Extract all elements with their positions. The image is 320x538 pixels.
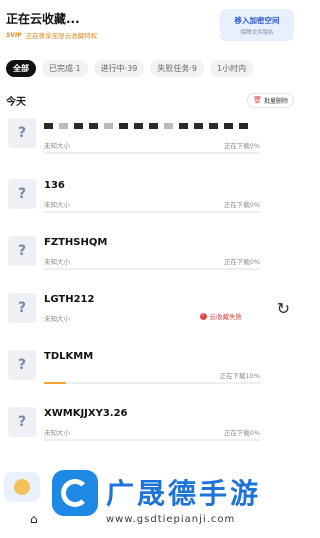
question-file-icon: ? — [8, 293, 36, 323]
floating-assistant-button[interactable] — [4, 472, 40, 502]
question-file-icon: ? — [8, 179, 36, 209]
progress-fill — [44, 382, 66, 384]
retry-icon[interactable]: ↻ — [277, 299, 290, 318]
file-name: 136 — [44, 180, 65, 191]
cloud-save-failed-status: ! 云收藏失败 — [199, 311, 243, 321]
download-status: 正在下载0% — [223, 142, 260, 150]
file-size: 未知大小 — [44, 429, 70, 437]
progress-bar — [44, 211, 260, 213]
filter-chip-failed[interactable]: 失败任务·9 — [150, 60, 205, 77]
section-title-today: 今天 — [6, 96, 26, 108]
section-header: 今天 🗑 批量删除 — [0, 84, 300, 112]
redacted-file-name — [44, 123, 248, 129]
assistant-icon — [14, 479, 30, 495]
file-size: 未知大小 — [44, 142, 70, 150]
list-item[interactable]: ? 未知大小 正在下载0% — [0, 112, 300, 170]
list-item[interactable]: ? FZTHSHQM 未知大小 正在下载0% — [0, 228, 300, 286]
progress-bar — [44, 268, 260, 270]
move-to-encrypted-space-button[interactable]: 移入加密空间 保障文件隐私 — [220, 9, 294, 41]
filter-chip-within-hour[interactable]: 1小时内 — [210, 60, 254, 77]
download-status: 正在下载0% — [223, 429, 260, 437]
fail-label: 云收藏失败 — [209, 313, 243, 321]
list-item[interactable]: ? XWMKJJXY3.26 未知大小 正在下载0% — [0, 399, 300, 457]
vip-privilege-text: 正在尊享无限云收藏特权 — [25, 32, 98, 40]
header-left: 正在云收藏... SVIP 正在尊享无限云收藏特权 — [6, 10, 97, 40]
batch-delete-button[interactable]: 🗑 批量删除 — [247, 92, 294, 108]
vip-row: SVIP 正在尊享无限云收藏特权 — [6, 30, 98, 41]
list-item[interactable]: ? 136 未知大小 正在下载0% — [0, 171, 300, 229]
file-size: 未知大小 — [44, 201, 70, 209]
file-name: TDLKMM — [44, 351, 94, 362]
file-name: FZTHSHQM — [44, 237, 108, 248]
download-status: 正在下载0% — [223, 201, 260, 209]
watermark-text: 广晟德手游 — [106, 477, 262, 510]
move-button-label: 移入加密空间 — [234, 15, 280, 25]
question-file-icon: ? — [8, 350, 36, 380]
filter-chip-in-progress[interactable]: 进行中·39 — [93, 60, 145, 77]
file-name: XWMKJJXY3.26 — [44, 408, 128, 419]
header: 正在云收藏... SVIP 正在尊享无限云收藏特权 移入加密空间 保障文件隐私 — [0, 0, 300, 50]
trash-icon: 🗑 — [253, 96, 262, 104]
list-item[interactable]: ? LGTH212 未知大小 ! 云收藏失败 ↻ — [0, 285, 300, 343]
list-item[interactable]: ? TDLKMM 正在下载10% — [0, 342, 300, 400]
svip-badge: SVIP — [6, 31, 22, 39]
download-status: 正在下载0% — [223, 258, 260, 266]
watermark-logo-icon — [52, 470, 98, 516]
question-file-icon: ? — [8, 236, 36, 266]
file-name: LGTH212 — [44, 294, 95, 305]
watermark-url: www.gsdtiepianji.com — [106, 514, 236, 525]
file-size: 未知大小 — [44, 315, 70, 323]
progress-bar — [44, 152, 260, 154]
download-status: 正在下载10% — [219, 372, 260, 380]
home-icon[interactable]: ⌂ — [30, 512, 38, 526]
batch-delete-label: 批量删除 — [263, 97, 288, 105]
question-file-icon: ? — [8, 118, 36, 148]
move-button-sublabel: 保障文件隐私 — [240, 29, 274, 36]
progress-bar — [44, 439, 260, 441]
filter-chip-all[interactable]: 全部 — [6, 60, 36, 77]
file-size: 未知大小 — [44, 258, 70, 266]
error-icon: ! — [199, 312, 207, 320]
progress-bar — [44, 382, 260, 384]
page-title: 正在云收藏... — [6, 12, 80, 26]
filter-chips: 全部 已完成·1 进行中·39 失败任务·9 1小时内 — [0, 50, 300, 84]
filter-chip-completed[interactable]: 已完成·1 — [42, 60, 88, 77]
question-file-icon: ? — [8, 407, 36, 437]
